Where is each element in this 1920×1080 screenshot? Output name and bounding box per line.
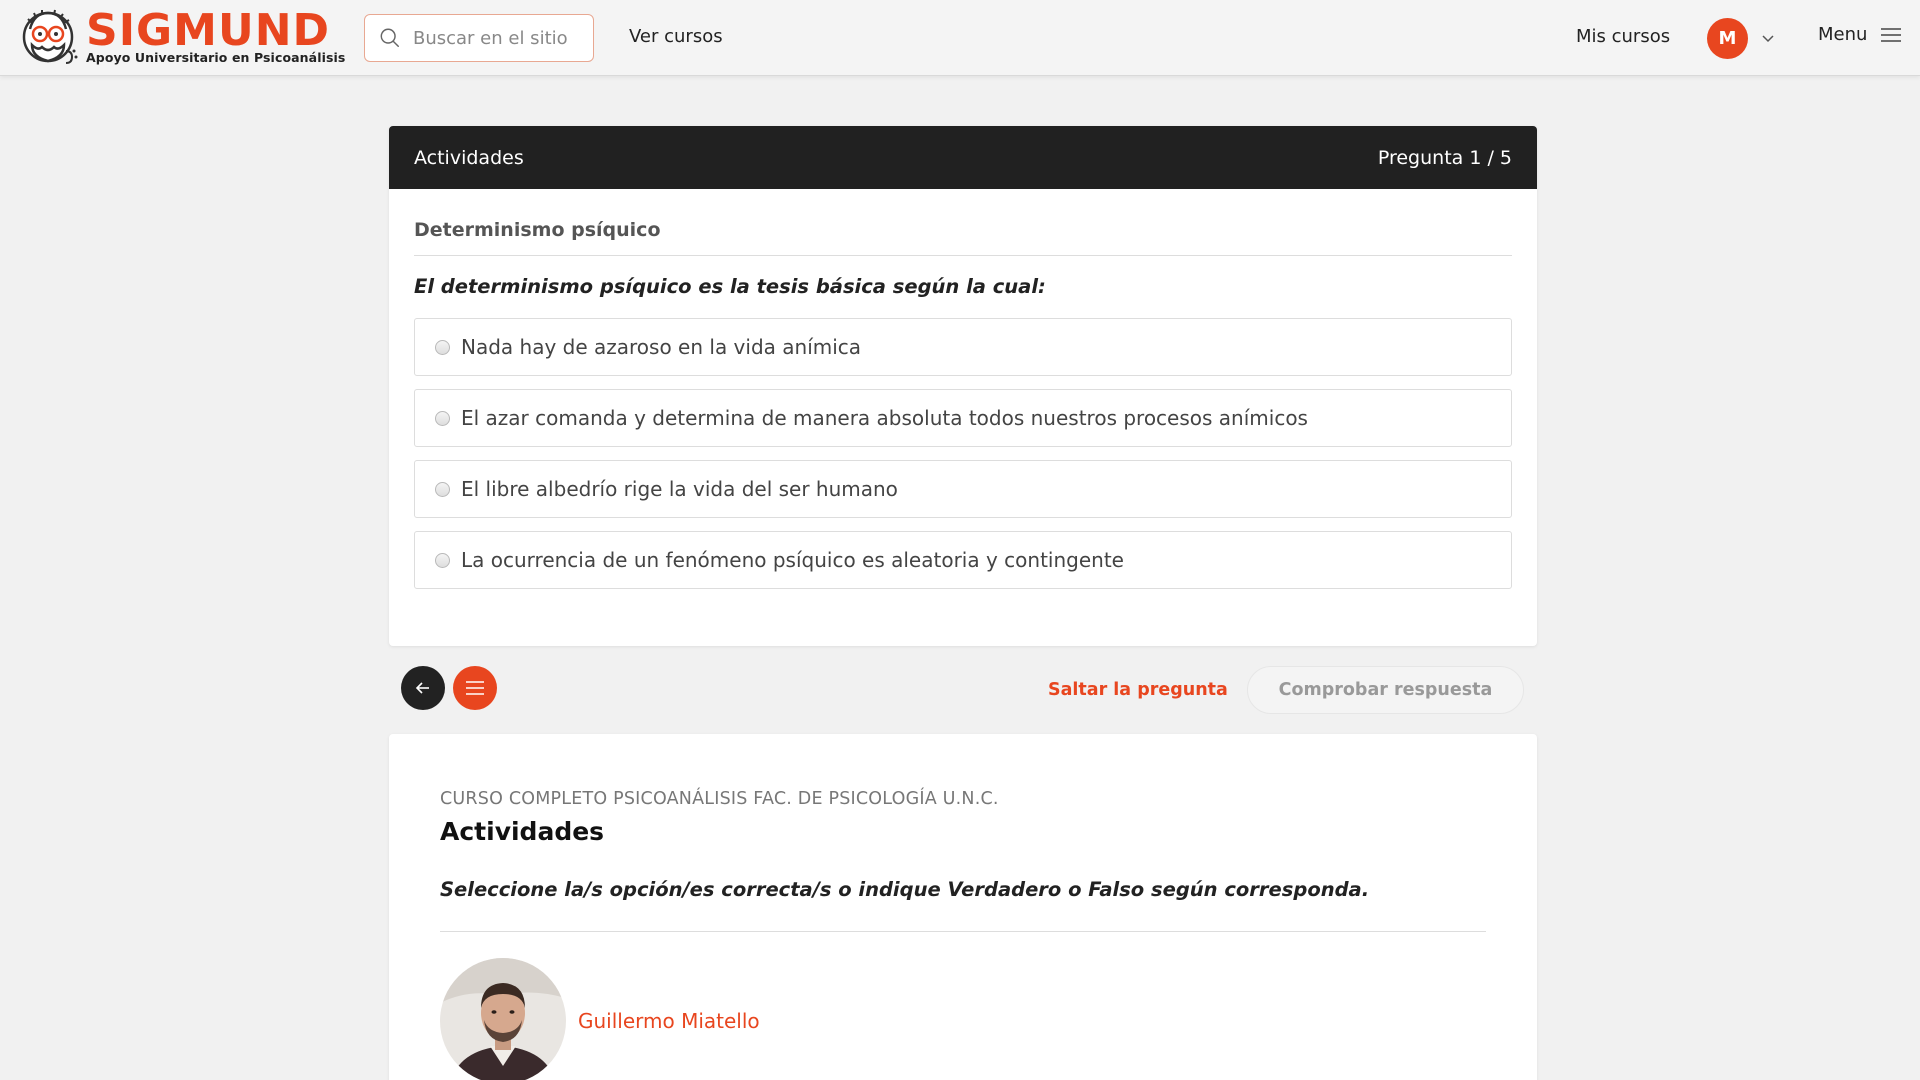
check-answer-button[interactable]: Comprobar respuesta bbox=[1247, 666, 1524, 714]
chevron-down-icon[interactable] bbox=[1760, 31, 1776, 47]
site-header: SIGMUND Apoyo Universitario en Psicoanál… bbox=[0, 0, 1920, 76]
menu-button[interactable]: Menu bbox=[1818, 24, 1903, 45]
search-input[interactable] bbox=[413, 27, 583, 49]
author-avatar[interactable] bbox=[440, 958, 566, 1080]
nav-ver-cursos[interactable]: Ver cursos bbox=[629, 26, 723, 47]
quiz-body: Determinismo psíquico El determinismo ps… bbox=[389, 189, 1537, 589]
hamburger-menu-icon bbox=[1881, 27, 1902, 42]
quiz-card: Actividades Pregunta 1 / 5 Determinismo … bbox=[389, 126, 1537, 646]
radio-button[interactable] bbox=[435, 481, 450, 497]
answer-option-label: El azar comanda y determina de manera ab… bbox=[461, 406, 1308, 430]
logo-subtitle: Apoyo Universitario en Psicoanálisis bbox=[86, 50, 346, 66]
answer-option[interactable]: La ocurrencia de un fenómeno psíquico es… bbox=[414, 531, 1512, 589]
answer-option-label: El libre albedrío rige la vida del ser h… bbox=[461, 477, 898, 501]
course-name: CURSO COMPLETO PSICOANÁLISIS FAC. DE PSI… bbox=[440, 789, 999, 809]
search-icon bbox=[380, 28, 399, 47]
author-block: Guillermo Miatello bbox=[440, 958, 1486, 1080]
radio-button[interactable] bbox=[435, 410, 450, 426]
skip-question-link[interactable]: Saltar la pregunta bbox=[1048, 680, 1228, 700]
question-list-button[interactable] bbox=[453, 666, 497, 710]
site-logo[interactable]: SIGMUND Apoyo Universitario en Psicoanál… bbox=[20, 7, 345, 69]
radio-button[interactable] bbox=[435, 552, 450, 568]
list-icon bbox=[466, 681, 484, 695]
author-name-link[interactable]: Guillermo Miatello bbox=[578, 1009, 760, 1033]
logo-title: SIGMUND bbox=[86, 5, 331, 57]
nav-mis-cursos[interactable]: Mis cursos bbox=[1576, 26, 1670, 47]
course-instructions: Seleccione la/s opción/es correcta/s o i… bbox=[440, 878, 1486, 932]
quiz-header: Actividades Pregunta 1 / 5 bbox=[389, 126, 1537, 189]
logo-text: SIGMUND Apoyo Universitario en Psicoanál… bbox=[86, 5, 346, 66]
user-avatar[interactable]: M bbox=[1707, 18, 1748, 59]
answer-option-label: Nada hay de azaroso en la vida anímica bbox=[461, 335, 862, 359]
quiz-question: El determinismo psíquico es la tesis bás… bbox=[414, 275, 1046, 298]
sigmund-logo-icon bbox=[22, 9, 78, 64]
search-box[interactable] bbox=[364, 14, 594, 62]
course-info-card: CURSO COMPLETO PSICOANÁLISIS FAC. DE PSI… bbox=[389, 734, 1537, 1080]
answer-option[interactable]: El libre albedrío rige la vida del ser h… bbox=[414, 460, 1512, 518]
radio-button[interactable] bbox=[435, 339, 450, 355]
back-button[interactable] bbox=[401, 666, 445, 710]
answer-option[interactable]: Nada hay de azaroso en la vida anímica bbox=[414, 318, 1512, 376]
answer-option-label: La ocurrencia de un fenómeno psíquico es… bbox=[461, 548, 1124, 572]
answer-option[interactable]: El azar comanda y determina de manera ab… bbox=[414, 389, 1512, 447]
menu-label: Menu bbox=[1818, 24, 1868, 45]
course-section-title: Actividades bbox=[440, 817, 605, 846]
quiz-section-title: Actividades bbox=[414, 146, 524, 169]
quiz-progress: Pregunta 1 / 5 bbox=[1377, 146, 1512, 169]
arrow-left-icon bbox=[415, 682, 429, 694]
quiz-topic: Determinismo psíquico bbox=[414, 189, 1512, 256]
